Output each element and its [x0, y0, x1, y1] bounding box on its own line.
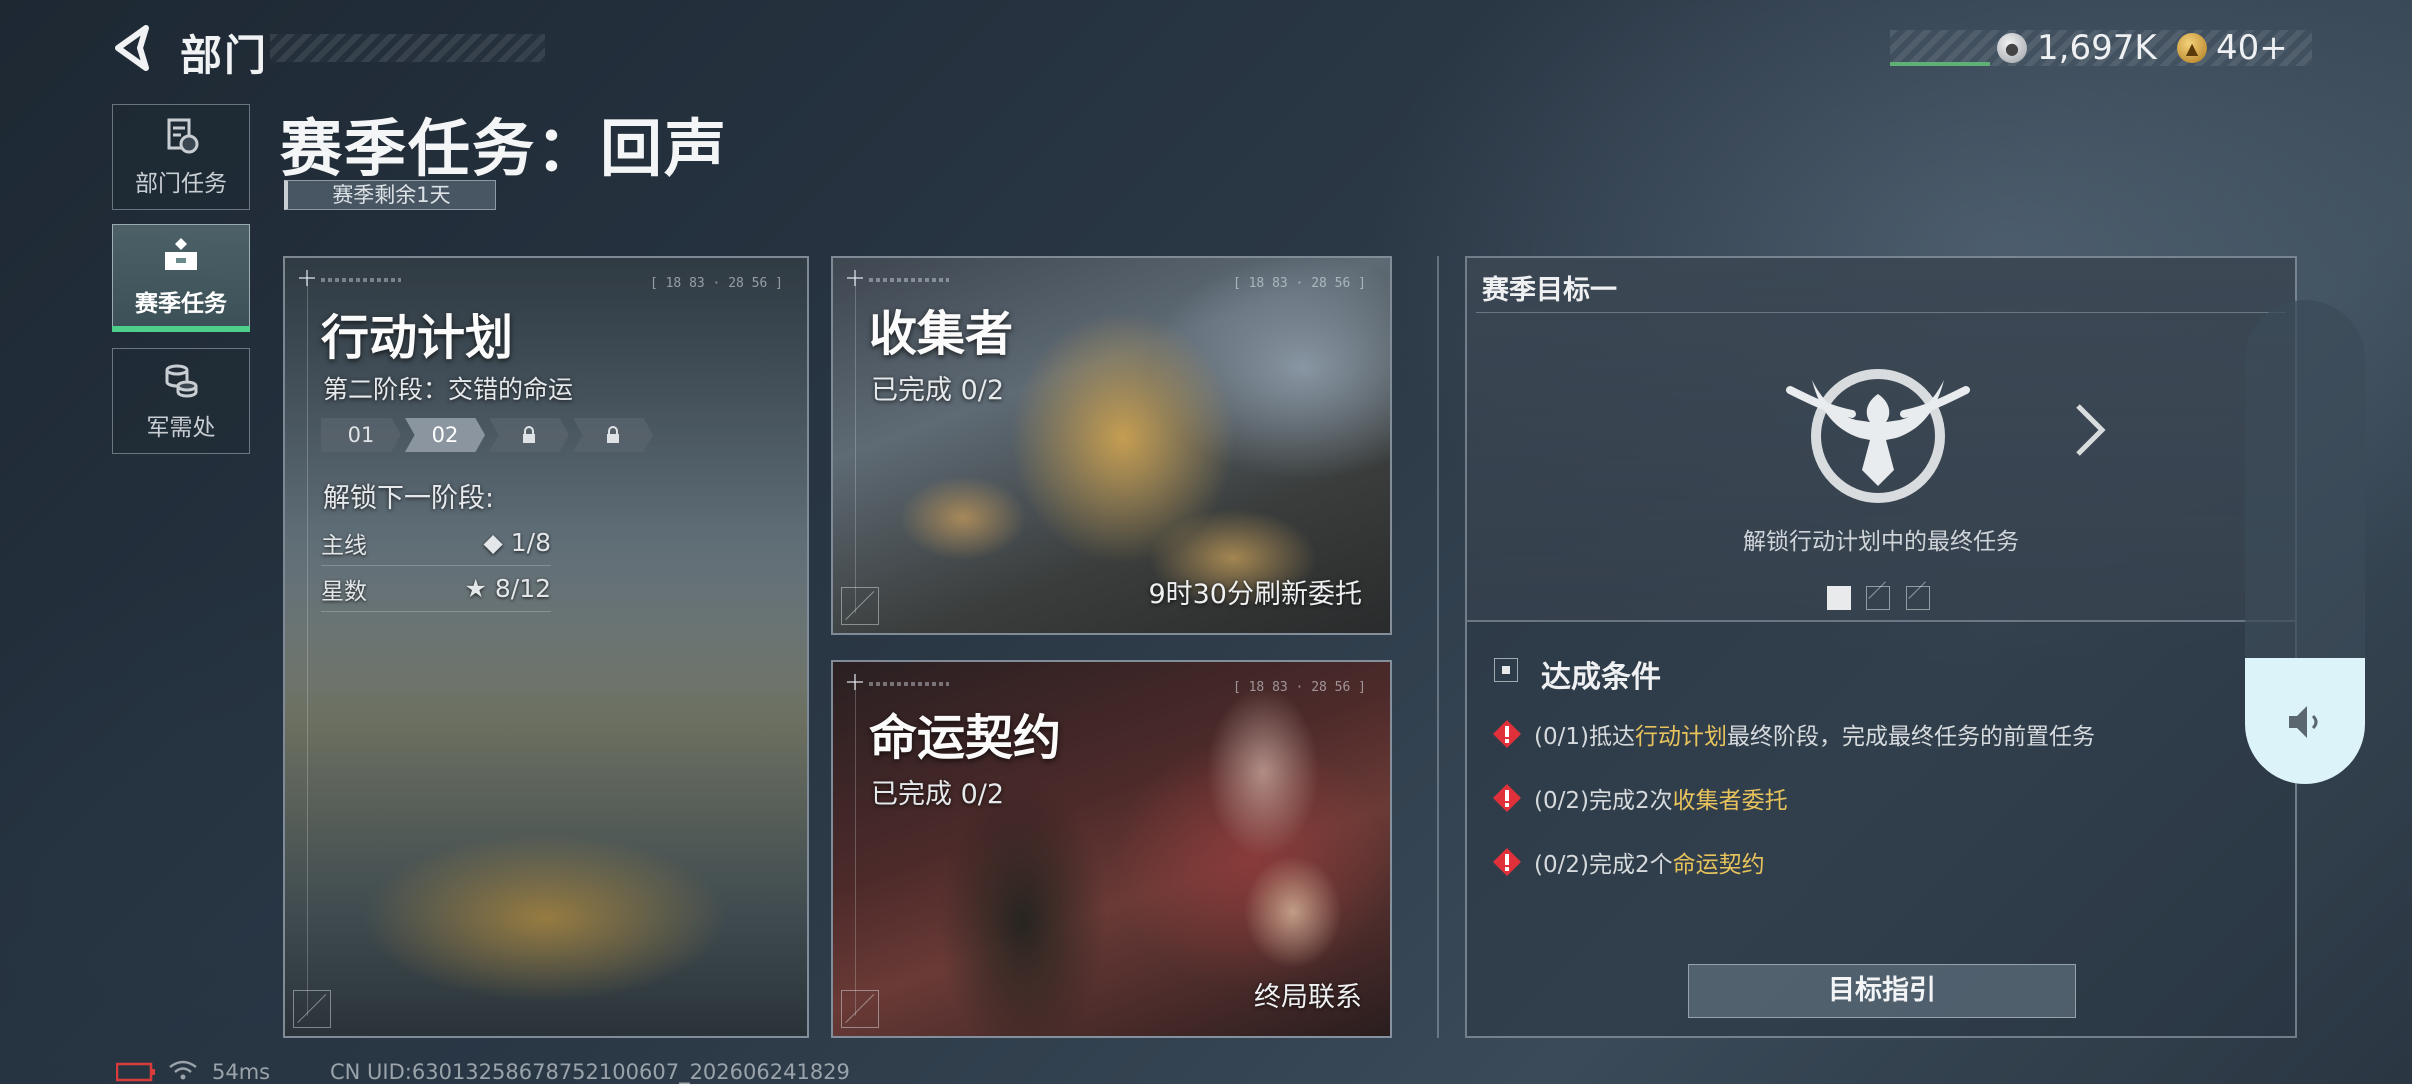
card-decoration: [321, 278, 401, 282]
star-icon: ★: [464, 574, 487, 603]
currency-accent-line: [1890, 62, 1990, 66]
warning-icon: [1493, 848, 1521, 876]
card-decoration: [869, 278, 949, 282]
card-corner-marker: [841, 587, 879, 625]
stage-step: 01: [321, 418, 401, 452]
stage-step-locked: [489, 418, 569, 452]
stage-step-current: 02: [405, 418, 485, 452]
card-decoration: [307, 278, 308, 1016]
card-coordinate-tag: [ 18 83 · 28 56 ]: [1232, 276, 1366, 291]
condition-row: (0/2)完成2次收集者委托: [1492, 781, 1788, 815]
unlock-next-label: 解锁下一阶段:: [323, 483, 495, 514]
card-footer-label: 终局联系: [1254, 982, 1362, 1013]
condition-text: (0/1)抵达行动计划最终阶段，完成最终任务的前置任务: [1534, 724, 2095, 750]
unlock-requirements: 主线 ◆ 1/8 星数 ★ 8/12: [321, 520, 551, 612]
sidebar-active-indicator: [112, 326, 250, 332]
card-collector[interactable]: [ 18 83 · 28 56 ] 收集者 已完成 0/2 9时30分刷新委托: [831, 256, 1392, 635]
refresh-timer: 9时30分刷新委托: [1148, 579, 1362, 610]
card-coordinate-tag: [ 18 83 · 28 56 ]: [649, 276, 783, 291]
card-coordinate-tag: [ 18 83 · 28 56 ]: [1232, 680, 1366, 695]
condition-text: (0/2)完成2个命运契约: [1534, 852, 1765, 878]
lock-icon: [523, 426, 535, 443]
requirement-row: 主线 ◆ 1/8: [321, 520, 551, 566]
requirement-row: 星数 ★ 8/12: [321, 566, 551, 612]
coin-stack-icon: [165, 364, 198, 398]
wifi-icon: [169, 1060, 197, 1080]
conditions-title: 达成条件: [1541, 660, 1661, 695]
network-ping: 54ms: [212, 1060, 271, 1084]
sidebar-item-season-tasks[interactable]: 赛季任务: [112, 224, 250, 330]
warning-icon: [1493, 720, 1521, 748]
card-fate-contract[interactable]: [ 18 83 · 28 56 ] 命运契约 已完成 0/2 终局联系: [831, 660, 1392, 1038]
lock-icon: [607, 426, 619, 443]
chevron-right-icon[interactable]: [2070, 400, 2110, 460]
eagle-emblem-icon: [1786, 369, 1970, 503]
stage-progress: 01 02: [321, 418, 653, 452]
sidebar-item-dept-tasks[interactable]: 部门任务: [112, 104, 250, 210]
requirement-label: 星数: [321, 578, 367, 605]
sidebar-item-label: 军需处: [146, 415, 216, 441]
card-title: 行动计划: [321, 310, 514, 366]
condition-row: (0/2)完成2个命运契约: [1492, 845, 1765, 879]
card-title: 命运契约: [869, 710, 1062, 766]
card-corner-marker: [841, 990, 879, 1028]
back-arrow-icon[interactable]: [110, 24, 160, 72]
goal-description: 解锁行动计划中的最终任务: [1743, 529, 2019, 555]
condition-highlight: 行动计划: [1634, 724, 1727, 750]
card-progress: 已完成 0/2: [871, 375, 1005, 406]
coin-balance[interactable]: 1,697K: [2037, 28, 2157, 68]
card-decoration: [855, 278, 856, 613]
season-remaining-badge: 赛季剩余1天: [284, 180, 496, 210]
ticket-balance[interactable]: 40+: [2216, 28, 2288, 68]
card-decoration: [869, 682, 949, 686]
requirement-value: 1/8: [510, 528, 551, 557]
card-operation-plan[interactable]: [ 18 83 · 28 56 ] 行动计划 第二阶段：交错的命运 01 02 …: [283, 256, 809, 1038]
conditions-marker-icon: [1494, 658, 1518, 682]
speaker-icon: [2289, 706, 2318, 738]
document-icon: [167, 118, 199, 154]
briefcase-icon: [165, 238, 197, 270]
page-indicator-dot[interactable]: [1866, 586, 1890, 610]
card-decoration: [855, 682, 856, 1016]
card-title: 收集者: [869, 306, 1014, 362]
condition-highlight: 收集者委托: [1672, 788, 1788, 814]
page-header-title: 部门: [180, 31, 269, 80]
sidebar-item-label: 赛季任务: [135, 291, 227, 317]
diamond-icon: ◆: [483, 528, 503, 557]
page-title: 赛季任务：回声: [280, 112, 729, 185]
requirement-value: 8/12: [494, 574, 551, 603]
condition-text: (0/2)完成2次收集者委托: [1534, 788, 1788, 814]
sidebar-item-label: 部门任务: [135, 171, 227, 197]
page-indicator-dot[interactable]: [1827, 586, 1851, 610]
sidebar-item-quartermaster[interactable]: 军需处: [112, 348, 250, 454]
condition-row: (0/1)抵达行动计划最终阶段，完成最终任务的前置任务: [1492, 717, 2095, 751]
user-uid: CN UID:63013258678752100607_202606241829: [330, 1060, 850, 1084]
requirement-label: 主线: [321, 532, 367, 559]
card-corner-marker: [293, 990, 331, 1028]
page-indicator-dot[interactable]: [1906, 586, 1930, 610]
ticket-icon: ▲: [2177, 33, 2207, 63]
goal-title: 赛季目标一: [1482, 275, 1617, 306]
volume-slider[interactable]: [2245, 300, 2365, 784]
card-phase: 第二阶段：交错的命运: [323, 375, 574, 404]
divider: [1476, 312, 2286, 313]
goal-guide-button[interactable]: 目标指引: [1688, 964, 2076, 1018]
stage-step-locked: [573, 418, 653, 452]
section-divider: [1437, 256, 1439, 1038]
condition-highlight: 命运契约: [1672, 852, 1765, 878]
header-decoration: [270, 34, 545, 62]
coin-icon: ●: [1997, 33, 2027, 63]
card-progress: 已完成 0/2: [871, 779, 1005, 810]
warning-icon: [1493, 784, 1521, 812]
battery-icon: [116, 1062, 155, 1082]
